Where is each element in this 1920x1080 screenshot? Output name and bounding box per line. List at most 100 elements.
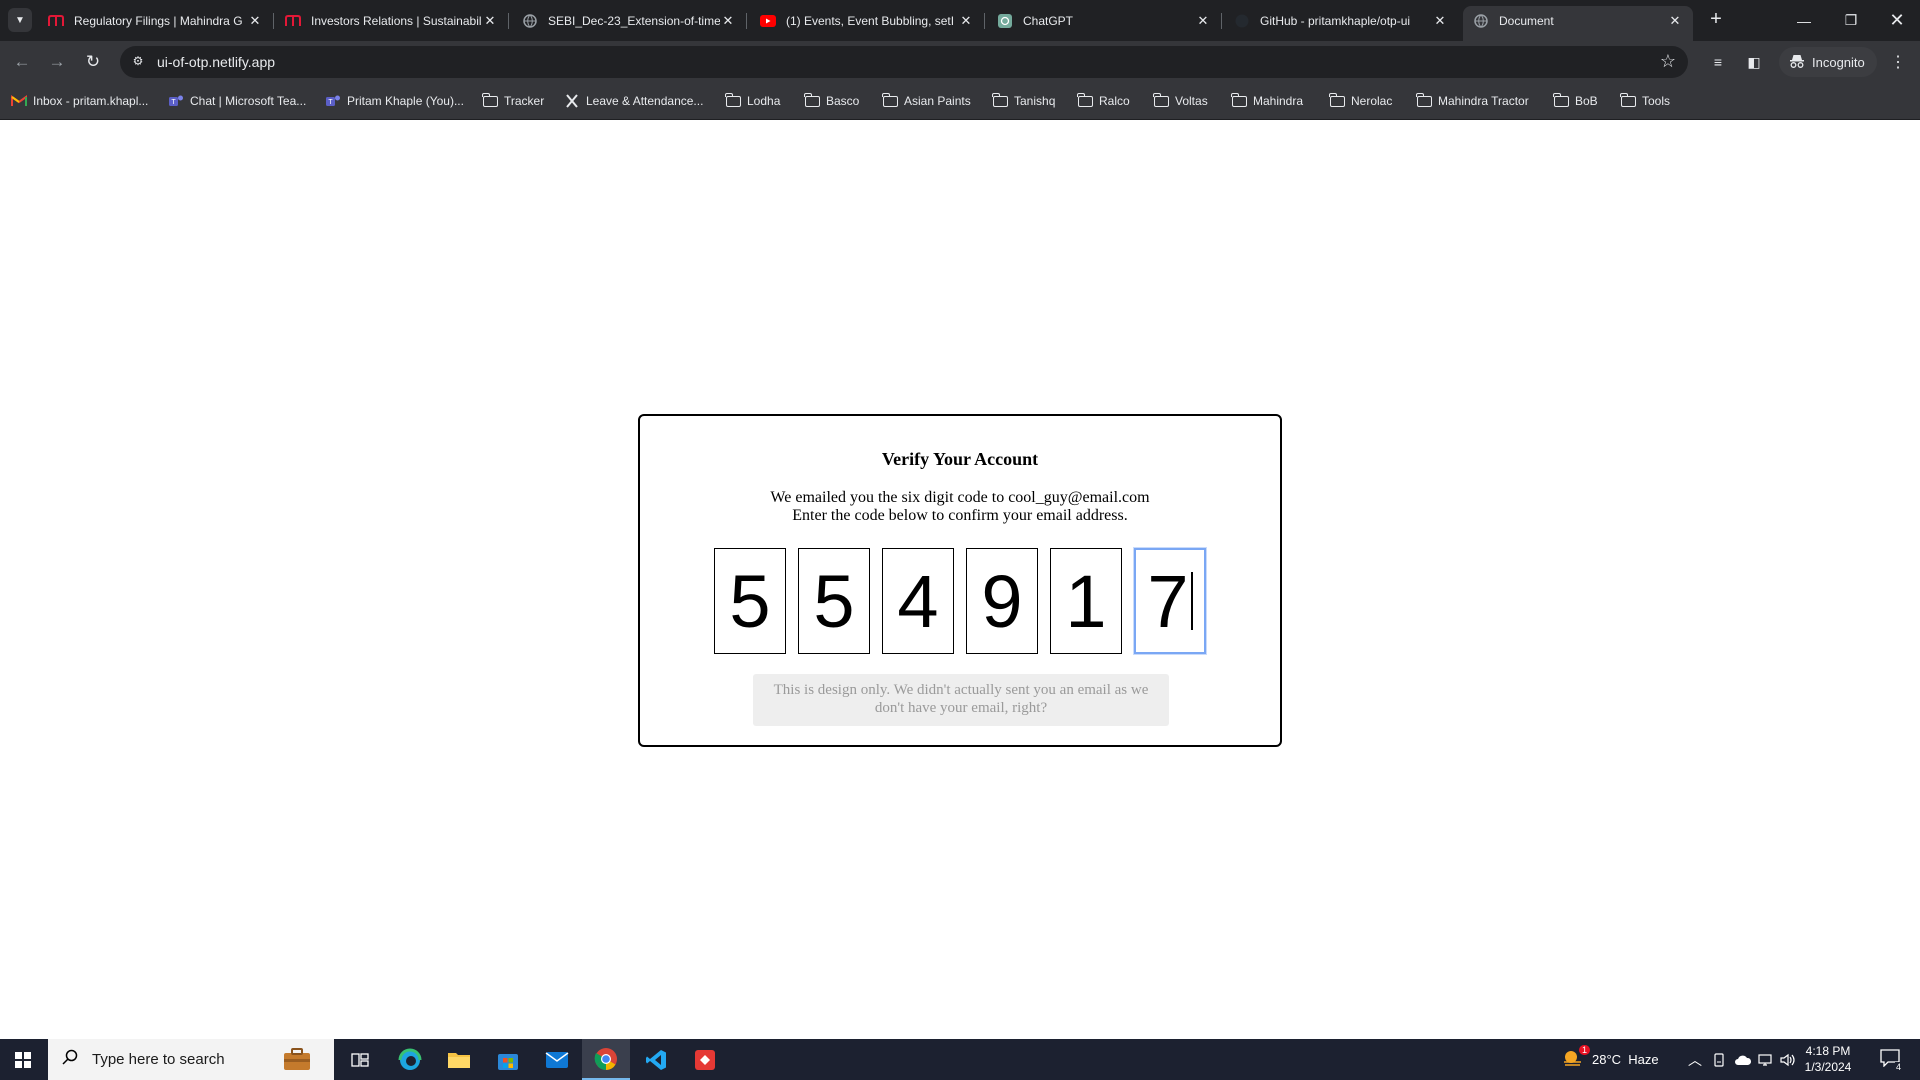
- otp-digit-2[interactable]: 5: [798, 548, 870, 654]
- folder-icon: [1231, 92, 1247, 109]
- close-icon[interactable]: ✕: [247, 13, 263, 29]
- bookmark-label: BoB: [1575, 94, 1598, 108]
- folder-icon: [1153, 92, 1169, 109]
- bookmark-label: Mahindra Tractor: [1438, 94, 1529, 108]
- bookmark-label: Tracker: [504, 94, 545, 108]
- weather-text: 28°C Haze: [1592, 1052, 1659, 1067]
- edge-icon[interactable]: [386, 1039, 434, 1080]
- search-icon: [62, 1049, 78, 1070]
- weather-alert-badge: 1: [1578, 1045, 1590, 1055]
- tab-divider: [508, 13, 509, 29]
- tab-title: Investors Relations | Sustainabil: [311, 14, 482, 28]
- otp-digit-4[interactable]: 9: [966, 548, 1038, 654]
- taskbar-clock[interactable]: 4:18 PM 1/3/2024: [1796, 1043, 1860, 1075]
- bookmark-folder-voltas[interactable]: Voltas: [1153, 91, 1208, 111]
- weather-widget[interactable]: 1 28°C Haze: [1562, 1039, 1659, 1080]
- close-icon[interactable]: ✕: [482, 13, 498, 29]
- tab-regulatory-filings[interactable]: Regulatory Filings | Mahindra G ✕: [38, 6, 274, 36]
- bookmark-folder-nerolac[interactable]: Nerolac: [1329, 91, 1392, 111]
- incognito-badge[interactable]: Incognito: [1779, 47, 1877, 77]
- new-tab-plus-icon[interactable]: +: [1704, 8, 1728, 32]
- bookmark-folder-tools[interactable]: Tools: [1620, 91, 1670, 111]
- folder-icon: [725, 92, 741, 109]
- disclaimer-note: This is design only. We didn't actually …: [753, 674, 1169, 726]
- page-content: Verify Your Account We emailed you the s…: [0, 121, 1920, 1039]
- tab-title: (1) Events, Event Bubbling, setI: [786, 14, 955, 28]
- device-icon[interactable]: [1712, 1039, 1726, 1080]
- close-icon[interactable]: ✕: [1432, 13, 1448, 29]
- taskbar-search-box[interactable]: Type here to search: [48, 1039, 334, 1080]
- side-panel-icon[interactable]: ◧: [1744, 52, 1764, 72]
- bookmark-leave-attendance[interactable]: Leave & Attendance...: [564, 91, 703, 111]
- back-arrow-icon[interactable]: ←: [8, 48, 36, 76]
- tab-title: Regulatory Filings | Mahindra G: [74, 14, 243, 28]
- restore-icon[interactable]: ❐: [1828, 0, 1874, 41]
- git-client-icon[interactable]: [681, 1039, 729, 1080]
- bookmark-folder-ralco[interactable]: Ralco: [1077, 91, 1130, 111]
- bookmark-folder-lodha[interactable]: Lodha: [725, 91, 780, 111]
- window-close-icon[interactable]: ✕: [1874, 0, 1920, 41]
- reload-icon[interactable]: ↻: [79, 48, 107, 76]
- network-icon[interactable]: [1758, 1039, 1774, 1080]
- otp-digit-value: 1: [1065, 559, 1107, 643]
- site-settings-icon[interactable]: ⚙: [130, 54, 146, 70]
- mail-icon[interactable]: [533, 1039, 581, 1080]
- address-bar[interactable]: ⚙ ui-of-otp.netlify.app ☆: [120, 46, 1688, 78]
- bookmarks-bar: Inbox - pritam.khapl... T Chat | Microso…: [0, 83, 1920, 120]
- otp-digit-3[interactable]: 4: [882, 548, 954, 654]
- bookmark-folder-basco[interactable]: Basco: [804, 91, 859, 111]
- otp-digit-value: 9: [981, 559, 1023, 643]
- tab-divider: [746, 13, 747, 29]
- youtube-icon: [760, 13, 776, 29]
- menu-kebab-icon[interactable]: ⋮: [1888, 52, 1908, 72]
- tab-divider: [1221, 13, 1222, 29]
- bookmark-folder-mahindra-tractor[interactable]: Mahindra Tractor: [1416, 91, 1529, 111]
- tab-search-chevron-icon[interactable]: ▼: [8, 8, 32, 32]
- tab-document[interactable]: Document ✕: [1463, 6, 1693, 41]
- globe-icon: [1473, 13, 1489, 29]
- file-explorer-icon[interactable]: [435, 1039, 483, 1080]
- notification-center-icon[interactable]: 4: [1880, 1039, 1902, 1080]
- microsoft-store-icon[interactable]: [484, 1039, 532, 1080]
- bookmark-label: Nerolac: [1351, 94, 1393, 108]
- reading-list-icon[interactable]: ≡: [1708, 52, 1728, 72]
- close-icon[interactable]: ✕: [720, 13, 736, 29]
- bookmark-folder-tracker[interactable]: Tracker: [482, 91, 544, 111]
- tab-youtube-events[interactable]: (1) Events, Event Bubbling, setI ✕: [750, 6, 985, 36]
- otp-digit-6[interactable]: 7: [1134, 548, 1206, 654]
- tab-investors-relations[interactable]: Investors Relations | Sustainabil ✕: [275, 6, 509, 36]
- task-view-icon[interactable]: [336, 1039, 384, 1080]
- bookmark-folder-tanishq[interactable]: Tanishq: [992, 91, 1055, 111]
- windows-start-icon[interactable]: [0, 1039, 46, 1080]
- bookmark-label: Leave & Attendance...: [586, 94, 704, 108]
- folder-icon: [1620, 92, 1636, 109]
- bookmark-teams-pritam[interactable]: T Pritam Khaple (You)...: [325, 91, 464, 111]
- chatgpt-icon: [997, 13, 1013, 29]
- close-icon[interactable]: ✕: [958, 13, 974, 29]
- onedrive-cloud-icon[interactable]: [1734, 1039, 1752, 1080]
- forward-arrow-icon[interactable]: →: [43, 48, 71, 76]
- otp-digit-1[interactable]: 5: [714, 548, 786, 654]
- bookmark-star-icon[interactable]: ☆: [1660, 51, 1676, 72]
- tab-title: SEBI_Dec-23_Extension-of-time: [548, 14, 720, 28]
- bookmark-teams-chat[interactable]: T Chat | Microsoft Tea...: [168, 91, 306, 111]
- close-icon[interactable]: ✕: [1195, 13, 1211, 29]
- bookmark-folder-bob[interactable]: BoB: [1553, 91, 1598, 111]
- bookmark-gmail[interactable]: Inbox - pritam.khapl...: [11, 91, 148, 111]
- chevron-up-icon[interactable]: ︿: [1688, 1039, 1702, 1080]
- bookmark-folder-asian-paints[interactable]: Asian Paints: [882, 91, 971, 111]
- minimize-icon[interactable]: —: [1781, 0, 1827, 41]
- volume-icon[interactable]: [1780, 1039, 1796, 1080]
- tab-sebi[interactable]: SEBI_Dec-23_Extension-of-time ✕: [512, 6, 747, 36]
- briefcase-icon[interactable]: [282, 1046, 312, 1072]
- tab-chatgpt[interactable]: ChatGPT ✕: [987, 6, 1222, 36]
- bookmark-folder-mahindra[interactable]: Mahindra: [1231, 91, 1303, 111]
- otp-digit-5[interactable]: 1: [1050, 548, 1122, 654]
- tab-title: Document: [1499, 14, 1554, 28]
- vscode-icon[interactable]: [632, 1039, 680, 1080]
- chrome-icon[interactable]: [582, 1039, 630, 1080]
- close-icon[interactable]: ✕: [1667, 13, 1683, 29]
- url-text[interactable]: ui-of-otp.netlify.app: [157, 54, 275, 70]
- tab-github[interactable]: GitHub - pritamkhaple/otp-ui ✕: [1224, 6, 1458, 36]
- notification-count: 4: [1894, 1062, 1902, 1072]
